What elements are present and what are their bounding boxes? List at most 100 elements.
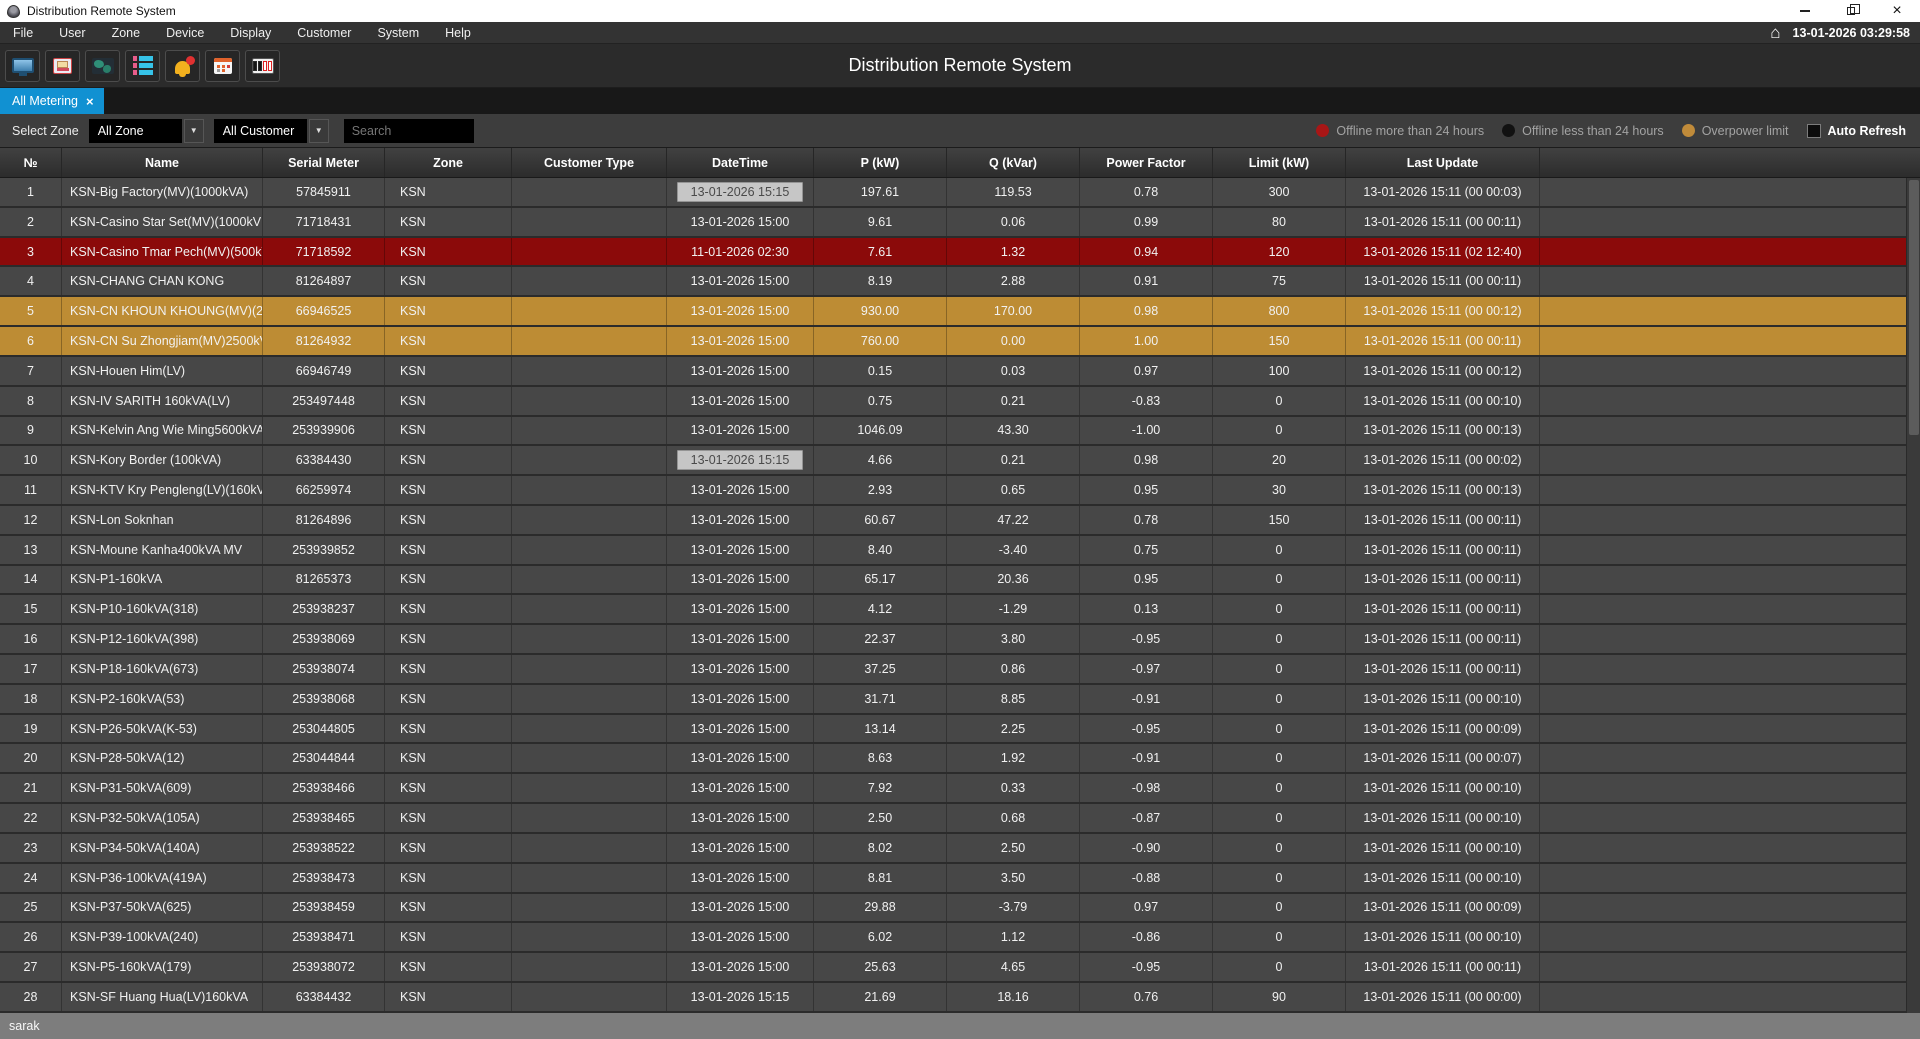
table-row[interactable]: 7KSN-Houen Him(LV)66946749KSN13-01-2026 … xyxy=(0,357,1906,387)
table-row[interactable]: 26KSN-P39-100kVA(240)253938471KSN13-01-2… xyxy=(0,923,1906,953)
minimize-button[interactable] xyxy=(1782,0,1828,22)
search-input[interactable] xyxy=(344,119,474,143)
restore-button[interactable] xyxy=(1828,0,1874,22)
cell-serial: 253939906 xyxy=(263,417,385,445)
table-row[interactable]: 4KSN-CHANG CHAN KONG81264897KSN13-01-202… xyxy=(0,267,1906,297)
cell-filler xyxy=(1540,744,1906,772)
list-button[interactable] xyxy=(125,50,160,82)
table-row[interactable]: 18KSN-P2-160kVA(53)253938068KSN13-01-202… xyxy=(0,685,1906,715)
cell-customer-type xyxy=(512,685,667,713)
tab-close-icon[interactable]: × xyxy=(86,95,94,108)
map-button[interactable] xyxy=(85,50,120,82)
cell-datetime: 13-01-2026 15:00 xyxy=(667,804,814,832)
column-header-limit-kw[interactable]: Limit (kW) xyxy=(1213,148,1346,177)
cell-limit: 120 xyxy=(1213,238,1346,266)
alarm-bell-icon xyxy=(175,58,190,74)
zone-select[interactable]: All Zone xyxy=(89,119,182,143)
tab-all-metering[interactable]: All Metering × xyxy=(0,88,104,114)
cell-datetime: 13-01-2026 15:00 xyxy=(667,327,814,355)
cell-customer-type xyxy=(512,595,667,623)
cell-serial: 66946749 xyxy=(263,357,385,385)
menu-zone[interactable]: Zone xyxy=(99,22,154,43)
cell-name: KSN-P31-50kVA(609) xyxy=(62,774,263,802)
cell-zone: KSN xyxy=(385,536,512,564)
menu-customer[interactable]: Customer xyxy=(284,22,364,43)
column-header-power-factor[interactable]: Power Factor xyxy=(1080,148,1213,177)
table-row[interactable]: 14KSN-P1-160kVA81265373KSN13-01-2026 15:… xyxy=(0,566,1906,596)
table-row[interactable]: 19KSN-P26-50kVA(K-53)253044805KSN13-01-2… xyxy=(0,715,1906,745)
table-row[interactable]: 22KSN-P32-50kVA(105A)253938465KSN13-01-2… xyxy=(0,804,1906,834)
column-header-last-update[interactable]: Last Update xyxy=(1346,148,1540,177)
alarm-bell-button[interactable] xyxy=(165,50,200,82)
cell-datetime: 13-01-2026 15:00 xyxy=(667,267,814,295)
column-header-customer-type[interactable]: Customer Type xyxy=(512,148,667,177)
column-header-p-kw[interactable]: P (kW) xyxy=(814,148,947,177)
cell-no: 11 xyxy=(0,476,62,504)
table-row[interactable]: 9KSN-Kelvin Ang Wie Ming5600kVA253939906… xyxy=(0,417,1906,447)
column-header-serial-meter[interactable]: Serial Meter xyxy=(263,148,385,177)
table-row[interactable]: 21KSN-P31-50kVA(609)253938466KSN13-01-20… xyxy=(0,774,1906,804)
home-icon[interactable]: ⌂ xyxy=(1770,24,1780,41)
table-row[interactable]: 13KSN-Moune Kanha400kVA MV253939852KSN13… xyxy=(0,536,1906,566)
menu-system[interactable]: System xyxy=(364,22,432,43)
close-button[interactable]: × xyxy=(1874,0,1920,22)
table-row[interactable]: 25KSN-P37-50kVA(625)253938459KSN13-01-20… xyxy=(0,894,1906,924)
cell-no: 28 xyxy=(0,983,62,1011)
chevron-down-icon: ▼ xyxy=(190,126,198,135)
tab-label: All Metering xyxy=(12,94,78,108)
cell-customer-type xyxy=(512,327,667,355)
auto-refresh-checkbox[interactable] xyxy=(1807,124,1821,138)
column-header-name[interactable]: Name xyxy=(62,148,263,177)
column-header-q-kvar[interactable]: Q (kVar) xyxy=(947,148,1080,177)
title-bar: Distribution Remote System × xyxy=(0,0,1920,22)
legend-item: Overpower limit xyxy=(1682,124,1789,138)
column-header-no[interactable]: № xyxy=(0,148,62,177)
zone-select-arrow[interactable]: ▼ xyxy=(184,119,204,143)
table-row[interactable]: 12KSN-Lon Soknhan81264896KSN13-01-2026 1… xyxy=(0,506,1906,536)
cell-name: KSN-P37-50kVA(625) xyxy=(62,894,263,922)
table-row[interactable]: 11KSN-KTV Kry Pengleng(LV)(160kV66259974… xyxy=(0,476,1906,506)
table-row[interactable]: 10KSN-Kory Border (100kVA)63384430KSN13-… xyxy=(0,446,1906,476)
legend-dot-icon xyxy=(1502,124,1515,137)
cell-pf: -0.91 xyxy=(1080,685,1213,713)
scrollbar-thumb[interactable] xyxy=(1909,180,1919,435)
table-row[interactable]: 6KSN-CN Su Zhongjiam(MV)2500kVA81264932K… xyxy=(0,327,1906,357)
table-row[interactable]: 24KSN-P36-100kVA(419A)253938473KSN13-01-… xyxy=(0,864,1906,894)
customer-select-value: All Customer xyxy=(223,124,295,138)
cell-zone: KSN xyxy=(385,387,512,415)
customer-select[interactable]: All Customer xyxy=(214,119,307,143)
table-row[interactable]: 2KSN-Casino Star Set(MV)(1000kV71718431K… xyxy=(0,208,1906,238)
table-row[interactable]: 15KSN-P10-160kVA(318)253938237KSN13-01-2… xyxy=(0,595,1906,625)
menu-help[interactable]: Help xyxy=(432,22,484,43)
cell-p: 25.63 xyxy=(814,953,947,981)
column-header-zone[interactable]: Zone xyxy=(385,148,512,177)
menu-user[interactable]: User xyxy=(46,22,98,43)
column-header-datetime[interactable]: DateTime xyxy=(667,148,814,177)
table-row[interactable]: 1KSN-Big Factory(MV)(1000kVA)57845911KSN… xyxy=(0,178,1906,208)
table-row[interactable]: 20KSN-P28-50kVA(12)253044844KSN13-01-202… xyxy=(0,744,1906,774)
counter-button[interactable] xyxy=(245,50,280,82)
cell-filler xyxy=(1540,506,1906,534)
monitor-button[interactable] xyxy=(5,50,40,82)
cell-filler xyxy=(1540,327,1906,355)
table-row[interactable]: 28KSN-SF Huang Hua(LV)160kVA63384432KSN1… xyxy=(0,983,1906,1013)
table-row[interactable]: 23KSN-P34-50kVA(140A)253938522KSN13-01-2… xyxy=(0,834,1906,864)
cell-customer-type xyxy=(512,566,667,594)
menu-display[interactable]: Display xyxy=(217,22,284,43)
table-row[interactable]: 17KSN-P18-160kVA(673)253938074KSN13-01-2… xyxy=(0,655,1906,685)
menu-file[interactable]: File xyxy=(0,22,46,43)
meter-button[interactable] xyxy=(45,50,80,82)
table-row[interactable]: 27KSN-P5-160kVA(179)253938072KSN13-01-20… xyxy=(0,953,1906,983)
calendar-button[interactable] xyxy=(205,50,240,82)
cell-p: 37.25 xyxy=(814,655,947,683)
cell-q: 170.00 xyxy=(947,297,1080,325)
table-row[interactable]: 3KSN-Casino Tmar Pech(MV)(500kV71718592K… xyxy=(0,238,1906,268)
table-row[interactable]: 5KSN-CN KHOUN KHOUNG(MV)(2566946525KSN13… xyxy=(0,297,1906,327)
vertical-scrollbar[interactable] xyxy=(1906,178,1920,1013)
menu-device[interactable]: Device xyxy=(153,22,217,43)
cell-pf: -1.00 xyxy=(1080,417,1213,445)
customer-select-arrow[interactable]: ▼ xyxy=(309,119,329,143)
cell-last-update: 13-01-2026 15:11 (00 00:10) xyxy=(1346,834,1540,862)
table-row[interactable]: 8KSN-IV SARITH 160kVA(LV)253497448KSN13-… xyxy=(0,387,1906,417)
table-row[interactable]: 16KSN-P12-160kVA(398)253938069KSN13-01-2… xyxy=(0,625,1906,655)
